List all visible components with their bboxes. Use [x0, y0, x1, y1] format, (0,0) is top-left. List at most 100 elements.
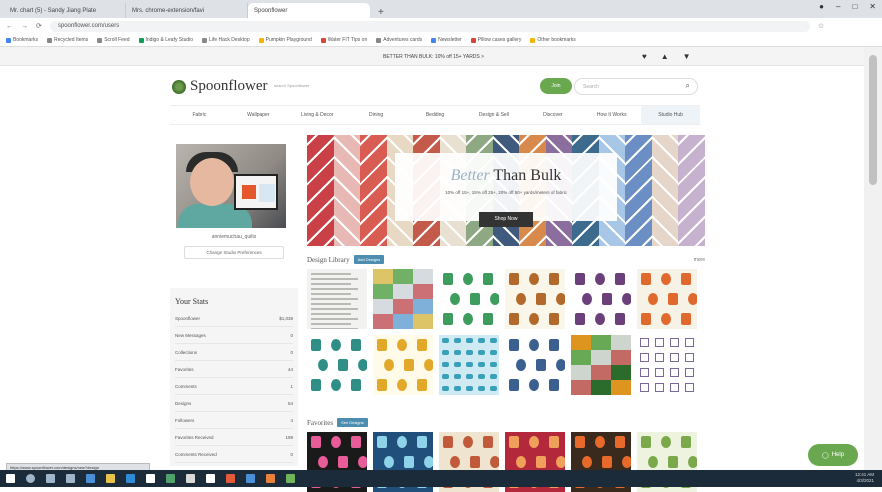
bookmark-item[interactable]: Recycled Items: [47, 37, 88, 43]
stat-value: 54: [287, 400, 293, 406]
forward-icon[interactable]: →: [21, 23, 28, 30]
spreadsheet-icon[interactable]: [166, 474, 175, 483]
design-swatch[interactable]: [505, 269, 565, 329]
change-preferences-button[interactable]: Change Studio Preferences: [184, 246, 284, 259]
widgets-icon[interactable]: [66, 474, 75, 483]
mail-icon[interactable]: [146, 474, 155, 483]
design-swatch[interactable]: [571, 335, 631, 395]
file-explorer-icon[interactable]: [106, 474, 115, 483]
see-favorites-badge[interactable]: See Designs: [337, 418, 368, 427]
heart-icon[interactable]: ♥: [642, 52, 647, 61]
bookmark-icon: [470, 37, 476, 43]
design-swatch[interactable]: [373, 269, 433, 329]
page-scrollbar[interactable]: [864, 47, 882, 470]
shop-now-button[interactable]: Shop Now: [479, 212, 533, 227]
browser-tab[interactable]: Spoonflower: [248, 3, 370, 18]
photos-icon[interactable]: [186, 474, 195, 483]
task-view-icon[interactable]: [46, 474, 55, 483]
design-swatch[interactable]: [307, 335, 367, 395]
search-input[interactable]: Search ⌕: [574, 78, 698, 95]
join-button[interactable]: Join: [540, 78, 572, 94]
stat-row[interactable]: Designs 54: [175, 395, 293, 412]
bookmark-icon: [530, 37, 536, 43]
paint-icon[interactable]: [266, 474, 275, 483]
stat-row[interactable]: Comments Received 0: [175, 446, 293, 463]
nav-item[interactable]: Dining: [347, 106, 406, 124]
design-swatch[interactable]: [571, 269, 631, 329]
bookmark-item[interactable]: Indigo & Leafy Studio: [138, 37, 193, 43]
chat-label: Help: [831, 452, 845, 458]
banner-card: Better Than Bulk 10% off 15+, 15% off 25…: [395, 153, 617, 221]
back-icon[interactable]: ←: [6, 23, 13, 30]
reload-icon[interactable]: ⟳: [36, 22, 42, 30]
avatar[interactable]: [176, 144, 286, 228]
stat-row[interactable]: New Messages 0: [175, 327, 293, 344]
bookmark-item[interactable]: Newsletter: [431, 37, 462, 43]
stats-panel: Your Stats Spoonflower $1,038 New Messages…: [170, 288, 298, 466]
bookmark-item[interactable]: Life Hack Desktop: [202, 37, 250, 43]
see-more-link[interactable]: more: [694, 257, 705, 263]
start-icon[interactable]: [6, 474, 15, 483]
edge-icon[interactable]: [86, 474, 95, 483]
bookmark-item[interactable]: Pumpkin Playground: [258, 37, 312, 43]
browser-tab[interactable]: Mr. chart (5) - Sandy Jiang Plate: [4, 3, 126, 18]
stat-row[interactable]: Comments 1: [175, 378, 293, 395]
browser-tab-bar: Mr. chart (5) - Sandy Jiang Plate Mrs. ch…: [0, 0, 882, 18]
design-swatch[interactable]: [505, 335, 565, 395]
stats-title: Your Stats: [175, 297, 209, 306]
design-swatch[interactable]: [373, 335, 433, 395]
stat-row[interactable]: Followers 4: [175, 412, 293, 429]
nav-item[interactable]: Studio Hub: [641, 106, 701, 124]
cart-icon[interactable]: ▼: [683, 52, 691, 61]
search-icon[interactable]: ⌕: [686, 81, 690, 91]
stat-row[interactable]: Favorites Received 199: [175, 429, 293, 446]
nav-item[interactable]: Bedding: [406, 106, 465, 124]
add-designs-badge[interactable]: Add Designs: [353, 255, 385, 264]
bookmark-item[interactable]: Scroll Feed: [97, 37, 130, 43]
nav-item[interactable]: Design & Sell: [464, 106, 523, 124]
promo-bar: BETTER THAN BULK: 10% off 15+ YARDS > ♥ …: [0, 47, 864, 66]
design-swatch[interactable]: [439, 335, 499, 395]
new-tab-button[interactable]: +: [370, 7, 392, 18]
search-icon[interactable]: [26, 474, 35, 483]
design-swatch[interactable]: [307, 269, 367, 329]
stat-row[interactable]: Spoonflower $1,038: [175, 310, 293, 327]
user-icon[interactable]: ▲: [661, 52, 669, 61]
chrome-icon[interactable]: [206, 474, 215, 483]
bookmark-item[interactable]: Pillow cases gallery: [470, 37, 521, 43]
spoonflower-logo[interactable]: Spoonflower: [172, 78, 268, 95]
bookmark-item[interactable]: Other bookmarks: [530, 37, 576, 43]
store-icon[interactable]: [126, 474, 135, 483]
stat-row[interactable]: Favorites 44: [175, 361, 293, 378]
design-swatch[interactable]: [637, 335, 697, 395]
stat-label: Designs: [175, 400, 192, 406]
bookmark-item[interactable]: Bookmarks: [6, 37, 38, 43]
username[interactable]: anniemuchau_quilts: [170, 234, 298, 240]
bookmark-item[interactable]: Water FIT Tips on: [320, 37, 367, 43]
nav-item[interactable]: Discover: [523, 106, 582, 124]
nav-item[interactable]: Living & Decor: [288, 106, 347, 124]
app-icon[interactable]: [286, 474, 295, 483]
banner-title-italic: Better: [450, 167, 490, 184]
design-swatch[interactable]: [439, 269, 499, 329]
profile-icon[interactable]: ●: [819, 2, 824, 11]
nav-item[interactable]: Wallpaper: [229, 106, 288, 124]
maximize-icon[interactable]: □: [852, 2, 857, 11]
scrollbar-thumb[interactable]: [869, 55, 877, 185]
design-swatch[interactable]: [637, 269, 697, 329]
promo-text[interactable]: BETTER THAN BULK: 10% off 15+ YARDS >: [383, 54, 484, 60]
url-field[interactable]: spoonflower.com/users: [49, 20, 810, 32]
close-icon[interactable]: ✕: [869, 2, 876, 11]
stat-label: Collections: [175, 349, 198, 355]
nav-item[interactable]: Fabric: [170, 106, 229, 124]
word-icon[interactable]: [246, 474, 255, 483]
stat-row[interactable]: Collections 0: [175, 344, 293, 361]
help-chat-button[interactable]: ◯ Help: [808, 444, 858, 466]
browser-tab[interactable]: Mrs. chrome-extension/favi: [126, 3, 248, 18]
star-icon[interactable]: ☆: [818, 22, 824, 30]
office-icon[interactable]: [226, 474, 235, 483]
minimize-icon[interactable]: –: [836, 2, 840, 11]
nav-item[interactable]: How It Works: [582, 106, 641, 124]
stat-label: Comments Received: [175, 451, 217, 457]
bookmark-item[interactable]: Adventures cards: [376, 37, 422, 43]
